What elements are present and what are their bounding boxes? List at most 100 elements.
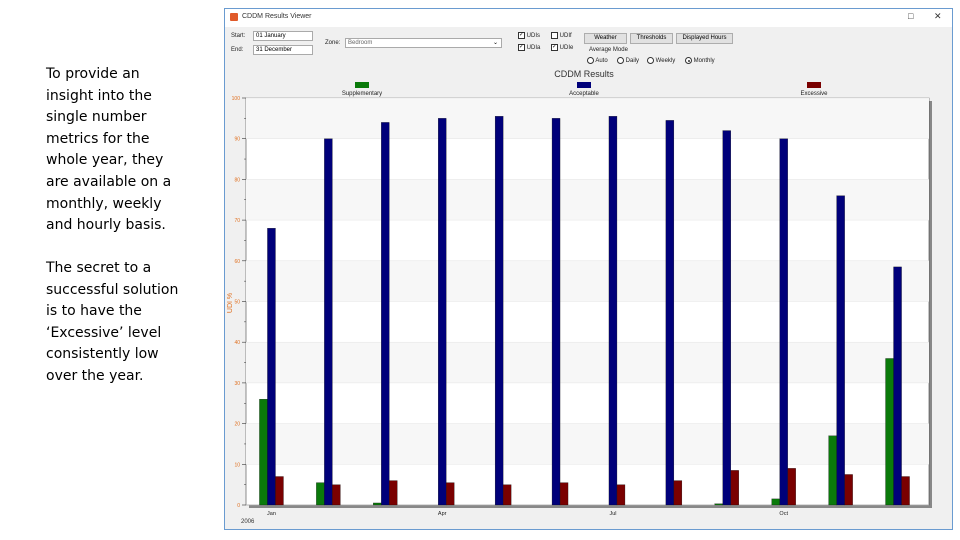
legend-label-supplementary: Supplementary bbox=[342, 91, 382, 97]
bar-excessive-jan bbox=[275, 476, 284, 506]
start-label: Start: bbox=[231, 33, 246, 39]
y-tick-label: 100 bbox=[232, 96, 241, 102]
grid-band bbox=[246, 423, 929, 465]
checkbox-label: UDIf bbox=[559, 33, 572, 40]
y-tick-label: 90 bbox=[234, 137, 240, 143]
bar-excessive-nov bbox=[844, 474, 853, 506]
radio-icon bbox=[685, 57, 692, 64]
bar-supplementary-dec bbox=[885, 358, 894, 506]
legend-label-acceptable: Acceptable bbox=[569, 91, 599, 97]
maximize-button[interactable]: □ bbox=[908, 11, 913, 21]
title-bar: CDDM Results Viewer □ ✕ bbox=[225, 9, 952, 27]
y-tick-label: 20 bbox=[234, 422, 240, 428]
bar-acceptable-dec bbox=[893, 266, 902, 506]
chart-title: CDDM Results bbox=[554, 69, 614, 79]
bar-acceptable-mar bbox=[381, 122, 390, 506]
bar-supplementary-mar bbox=[373, 502, 382, 506]
radio-daily[interactable]: Daily bbox=[617, 57, 639, 64]
radio-label: Daily bbox=[625, 58, 640, 65]
y-tick-label: 10 bbox=[234, 462, 240, 468]
legend-swatch-supplementary bbox=[355, 82, 369, 88]
zone-label: Zone: bbox=[325, 40, 341, 46]
close-button[interactable]: ✕ bbox=[934, 11, 942, 22]
bar-acceptable-oct bbox=[779, 138, 788, 506]
radio-label: Auto bbox=[595, 58, 608, 65]
y-tick-label: 80 bbox=[234, 177, 240, 183]
zone-select[interactable]: Bedroom ⌄ bbox=[345, 38, 502, 48]
bar-excessive-sep bbox=[730, 470, 739, 506]
bar-excessive-dec bbox=[901, 476, 910, 506]
checkbox-udie[interactable]: ✓ UDIe bbox=[551, 44, 573, 51]
checkbox-label: UDIs bbox=[526, 33, 541, 40]
grid-band bbox=[246, 342, 929, 383]
slide-paragraph-1: To provide an insight into the single nu… bbox=[46, 66, 172, 234]
bar-excessive-oct bbox=[787, 468, 796, 506]
radio-icon bbox=[617, 57, 624, 64]
y-tick-label: 30 bbox=[234, 381, 240, 387]
y-tick-label: 70 bbox=[234, 218, 240, 224]
bar-acceptable-feb bbox=[324, 138, 333, 506]
bar-acceptable-may bbox=[494, 116, 504, 506]
bar-excessive-mar bbox=[389, 480, 398, 506]
radio-auto[interactable]: Auto bbox=[587, 57, 608, 64]
checkbox-udif[interactable]: UDIf bbox=[551, 32, 572, 39]
bar-acceptable-sep bbox=[722, 130, 731, 506]
displayed-hours-button[interactable]: Displayed Hours bbox=[676, 33, 733, 44]
x-tick-label: Jul bbox=[609, 511, 616, 517]
checkbox-label: UDIa bbox=[526, 45, 541, 52]
bar-supplementary-feb bbox=[316, 482, 325, 506]
bar-supplementary-oct bbox=[771, 498, 780, 506]
checkbox-icon: ✓ bbox=[518, 32, 525, 39]
end-date-picker[interactable]: 31 December bbox=[253, 45, 313, 55]
bar-acceptable-aug bbox=[665, 120, 675, 506]
checkbox-icon: ✓ bbox=[551, 44, 558, 51]
average-mode-label: Average Mode bbox=[589, 47, 628, 53]
grid-band bbox=[246, 179, 929, 221]
bar-acceptable-apr bbox=[438, 118, 447, 506]
bar-excessive-jun bbox=[559, 482, 569, 506]
weather-button[interactable]: Weather bbox=[584, 33, 627, 44]
checkbox-udis[interactable]: ✓ UDIs bbox=[518, 32, 540, 39]
bar-supplementary-sep bbox=[714, 503, 723, 506]
grid-band bbox=[246, 260, 929, 302]
chevron-down-icon: ⌄ bbox=[492, 40, 498, 46]
legend-swatch-acceptable bbox=[577, 82, 591, 88]
radio-icon bbox=[587, 57, 594, 64]
legend-label-excessive: Excessive bbox=[800, 91, 828, 97]
bar-excessive-jul bbox=[616, 484, 626, 506]
x-tick-label: Apr bbox=[438, 511, 447, 517]
year-label: 2006 bbox=[241, 519, 255, 525]
bar-excessive-aug bbox=[673, 480, 683, 506]
bar-acceptable-nov bbox=[836, 195, 845, 506]
bar-acceptable-jun bbox=[551, 118, 561, 506]
radio-monthly[interactable]: Monthly bbox=[685, 57, 715, 64]
cddm-results-chart: CDDM Results Supplementary Acceptable Exce… bbox=[227, 69, 932, 525]
window-title: CDDM Results Viewer bbox=[242, 13, 312, 20]
radio-label: Weekly bbox=[655, 58, 676, 65]
x-tick-label: Oct bbox=[779, 511, 788, 517]
y-axis-label: UDI % bbox=[227, 293, 234, 313]
y-tick-label: 50 bbox=[234, 300, 240, 306]
checkbox-udia[interactable]: ✓ UDIa bbox=[518, 44, 540, 51]
radio-weekly[interactable]: Weekly bbox=[647, 57, 675, 64]
bar-excessive-may bbox=[502, 484, 512, 506]
y-tick-label: 40 bbox=[234, 340, 240, 346]
checkbox-label: UDIe bbox=[559, 45, 574, 52]
legend-swatch-excessive bbox=[807, 82, 821, 88]
y-tick-label: 60 bbox=[234, 259, 240, 265]
y-tick-label: 0 bbox=[237, 503, 240, 509]
slide-paragraph-2: The secret to a successful solution is t… bbox=[46, 260, 179, 384]
chart-app-icon bbox=[230, 13, 238, 21]
results-viewer-window: CDDM Results Viewer □ ✕ Start: 01 Januar… bbox=[224, 8, 953, 530]
start-date-picker[interactable]: 01 January bbox=[253, 31, 313, 41]
end-date-value: 31 December bbox=[256, 47, 293, 53]
bar-supplementary-nov bbox=[828, 435, 837, 506]
radio-label: Monthly bbox=[693, 58, 715, 65]
thresholds-button[interactable]: Thresholds bbox=[630, 33, 673, 44]
grid-band bbox=[246, 98, 929, 139]
bar-supplementary-jan bbox=[259, 399, 268, 506]
bar-excessive-apr bbox=[446, 482, 455, 506]
radio-icon bbox=[647, 57, 654, 64]
zone-value: Bedroom bbox=[348, 40, 373, 46]
x-tick-label: Jan bbox=[267, 511, 276, 517]
